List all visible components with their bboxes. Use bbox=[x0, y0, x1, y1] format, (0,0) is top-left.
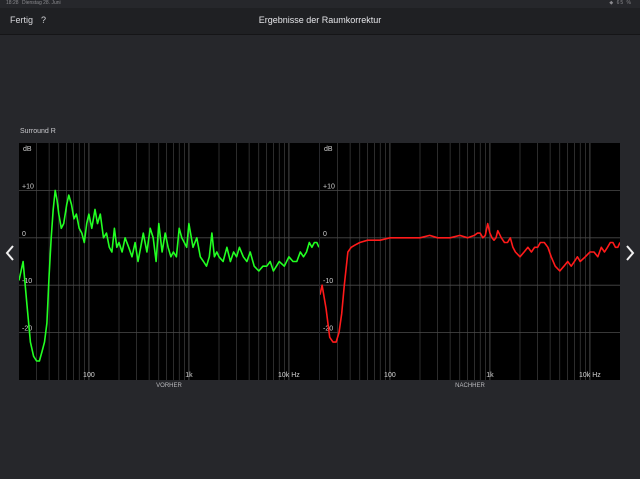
y-tick-label: +10 bbox=[323, 183, 335, 190]
y-axis-label: dB bbox=[324, 146, 333, 153]
y-tick-label: 0 bbox=[22, 231, 26, 238]
status-bar: 18:28 Dienstag 28. Juni ◆ 65 % bbox=[0, 0, 640, 8]
status-battery: ◆ 65 % bbox=[609, 0, 632, 6]
x-tick-label: 10k Hz bbox=[278, 372, 300, 379]
chart-before-correction: dB +10 0 -10 -20 100 1k 10k Hz bbox=[19, 143, 319, 380]
x-tick-label: 10k Hz bbox=[579, 372, 601, 379]
chevron-right-icon[interactable] bbox=[624, 244, 636, 262]
status-date: Dienstag 28. Juni bbox=[22, 0, 61, 6]
after-plot: dB+100-10-20100 1k 10k Hz bbox=[320, 143, 620, 380]
chevron-left-icon[interactable] bbox=[4, 244, 16, 262]
x-tick-label: 100 bbox=[83, 372, 95, 379]
x-tick-label: 1k bbox=[185, 372, 193, 379]
channel-label: Surround R bbox=[20, 128, 56, 135]
y-tick-label: -10 bbox=[323, 278, 333, 285]
status-time: 18:28 bbox=[6, 0, 19, 6]
x-tick-label: 100 bbox=[384, 372, 396, 379]
before-plot: dB +10 0 -10 -20 100 1k 10k Hz bbox=[19, 143, 319, 380]
page-title: Ergebnisse der Raumkorrektur bbox=[258, 15, 382, 25]
chart-after-correction: dB +10 0 -10 -20 100 1k 10k Hz bbox=[320, 143, 620, 380]
caption-before: VORHER bbox=[156, 383, 182, 389]
y-tick-label: +10 bbox=[22, 183, 34, 190]
y-tick-label: 0 bbox=[323, 231, 327, 238]
y-axis-label: dB bbox=[23, 146, 32, 153]
y-tick-label: -20 bbox=[22, 326, 32, 333]
caption-after: NACHHER bbox=[455, 383, 485, 389]
y-tick-label: -10 bbox=[22, 278, 32, 285]
x-tick-label: 1k bbox=[486, 372, 494, 379]
navigation-bar: Fertig ? Ergebnisse der Raumkorrektur bbox=[0, 8, 640, 35]
